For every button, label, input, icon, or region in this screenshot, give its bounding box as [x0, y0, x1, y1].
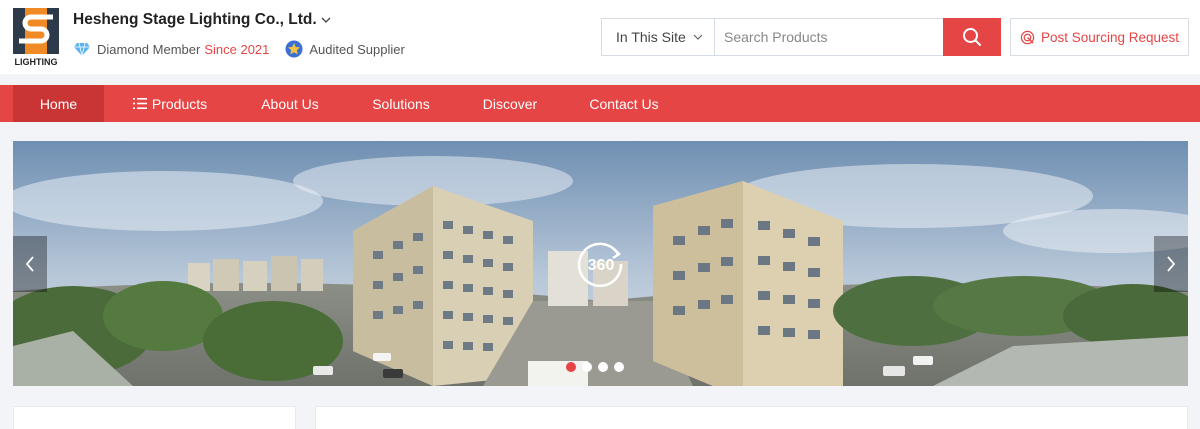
nav-item-about-us[interactable]: About Us [245, 85, 335, 122]
nav-item-solutions[interactable]: Solutions [356, 85, 446, 122]
company-name-text: Hesheng Stage Lighting Co., Ltd. [73, 11, 317, 28]
nav-item-label: Products [151, 95, 208, 112]
post-sourcing-request-button[interactable]: Post Sourcing Request [1010, 18, 1189, 56]
diamond-member-label: Diamond Member [97, 41, 201, 57]
sidebar-panel [13, 406, 296, 429]
nav-item-label: Discover [482, 95, 538, 112]
banner-next-button[interactable] [1154, 236, 1188, 292]
hero-banner[interactable]: 360 [13, 141, 1188, 386]
nav-item-discover[interactable]: Discover [465, 85, 555, 122]
nav-item-label: Home [39, 95, 78, 112]
360-icon[interactable]: 360 [576, 239, 626, 289]
carousel-dot[interactable] [582, 362, 592, 372]
company-name[interactable]: Hesheng Stage Lighting Co., Ltd. [73, 11, 331, 29]
nav-item-label: Contact Us [589, 95, 659, 112]
list-icon [132, 98, 147, 109]
chevron-down-icon [693, 34, 703, 40]
diamond-icon [74, 42, 90, 57]
member-since: Since 2021 [204, 41, 270, 57]
carousel-indicators [566, 362, 624, 372]
search-scope-select[interactable]: In This Site [601, 18, 715, 56]
nav-item-products[interactable]: Products [120, 85, 220, 122]
logo-text: LIGHTING [15, 57, 58, 66]
audited-supplier-icon [285, 40, 303, 58]
carousel-dot[interactable] [566, 362, 576, 372]
company-logo[interactable]: LIGHTING [13, 8, 59, 67]
search-scope-value: In This Site [616, 29, 686, 45]
carousel-dot[interactable] [598, 362, 608, 372]
search-input[interactable] [714, 18, 944, 56]
svg-text:360: 360 [588, 257, 615, 274]
nav-item-label: About Us [261, 95, 319, 112]
audited-supplier-label: Audited Supplier [309, 41, 405, 57]
search-icon [963, 28, 981, 46]
post-sourcing-request-label: Post Sourcing Request [1040, 29, 1180, 45]
carousel-dot[interactable] [614, 362, 624, 372]
nav-item-contact-us[interactable]: Contact Us [578, 85, 670, 122]
chevron-left-icon [25, 256, 34, 272]
supplier-badges: Diamond Member Since 2021 Audited Suppli… [73, 40, 405, 58]
chevron-right-icon [1167, 256, 1176, 272]
target-icon [1020, 30, 1035, 44]
nav-item-label: Solutions [372, 95, 430, 112]
nav-item-home[interactable]: Home [13, 85, 104, 122]
header: LIGHTING Hesheng Stage Lighting Co., Ltd… [0, 0, 1200, 74]
banner-prev-button[interactable] [13, 236, 47, 292]
main-nav: Home Products About Us Solutions Discove… [0, 85, 1200, 122]
chevron-down-icon [321, 17, 331, 23]
content-panel [315, 406, 1188, 429]
search-button[interactable] [943, 18, 1001, 56]
